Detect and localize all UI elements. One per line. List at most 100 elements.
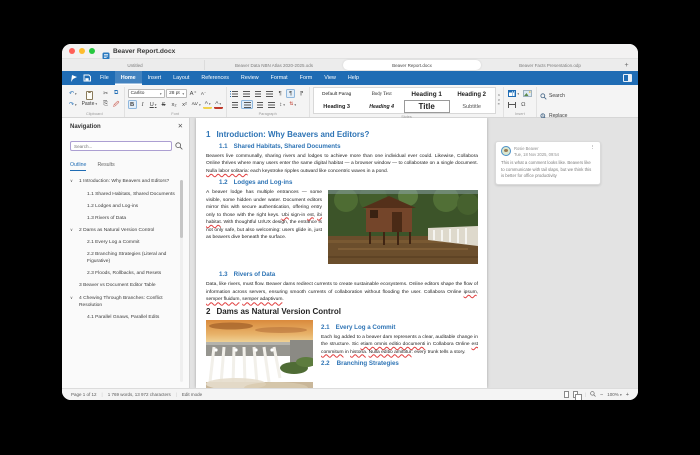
paragraph-ltr-icon[interactable]: ¶	[276, 89, 285, 98]
menu-home[interactable]: Home	[115, 71, 142, 85]
nav-outline-item[interactable]: ∨2 Dams as Natural Version Control	[70, 227, 178, 234]
collabora-logo-icon[interactable]	[68, 73, 79, 83]
menu-review[interactable]: Review	[235, 71, 265, 85]
save-icon[interactable]	[81, 73, 92, 83]
clone-formatting-icon[interactable]: 🖉	[112, 100, 121, 109]
menu-view[interactable]: View	[318, 71, 342, 85]
search-button[interactable]: Search	[540, 87, 568, 105]
menu-references[interactable]: References	[195, 71, 235, 85]
zoom-dialog-icon[interactable]	[590, 391, 596, 398]
style-heading-4[interactable]: Heading 4	[360, 101, 404, 112]
menu-format[interactable]: Format	[265, 71, 294, 85]
zoom-level[interactable]: 100% ▾	[607, 392, 621, 397]
insert-field-icon[interactable]	[507, 100, 517, 109]
copy-icon[interactable]: ⧉	[112, 89, 121, 98]
document-tab[interactable]: Beaver Facts Presentation.odp	[481, 60, 619, 70]
styles-gallery-arrows[interactable]: ∧∨≡	[498, 94, 501, 107]
paragraph-spacing-icon[interactable]: ⇅▾	[288, 100, 297, 109]
style-subtitle[interactable]: Subtitle	[450, 101, 494, 112]
beaver-lodge-photo[interactable]	[328, 190, 478, 264]
formatting-marks-icon[interactable]: ¶	[286, 89, 295, 98]
document-tab[interactable]: Beaver Report.docx	[343, 60, 481, 70]
align-left-icon[interactable]	[230, 100, 240, 109]
word-count[interactable]: 1 769 words, 13 972 characters	[108, 392, 171, 397]
special-character-icon[interactable]: Ω	[519, 100, 528, 109]
redo-icon[interactable]: ↷▾	[68, 100, 78, 109]
close-icon[interactable]: ✕	[178, 124, 183, 130]
bold-button[interactable]: B	[128, 100, 137, 109]
line-spacing-icon[interactable]: ↕▾	[278, 100, 287, 109]
document-tab[interactable]: Untitled	[66, 60, 204, 70]
menu-help[interactable]: Help	[342, 71, 365, 85]
nav-outline-item[interactable]: 2.3 Floods, Rollbacks, and Resets	[70, 270, 178, 277]
nav-outline-item[interactable]: 2.2 Branching Strategies (Literal and Fi…	[70, 251, 178, 265]
nav-outline-item[interactable]: 1.2 Lodges and Log-ins	[70, 203, 178, 210]
highlight-color-icon[interactable]: A▾	[203, 100, 212, 109]
chevron-down-icon[interactable]: ∨	[70, 178, 73, 184]
align-right-icon[interactable]	[255, 100, 265, 109]
nav-outline-item[interactable]: 4.1 Parallel Gnaws, Parallel Edits	[70, 314, 178, 321]
underline-button[interactable]: U▾	[149, 100, 158, 109]
document-canvas[interactable]: 1Introduction: Why Beavers and Editors? …	[190, 118, 638, 388]
minimize-window-button[interactable]	[79, 48, 85, 54]
chevron-down-icon[interactable]: ∨	[70, 295, 73, 301]
font-size-select[interactable]: 28 pt▾	[166, 89, 187, 98]
navigation-search-input[interactable]	[70, 141, 172, 151]
nav-outline-item[interactable]: 3 Beaver vs Document Editor Table	[70, 282, 178, 289]
nav-outline-item[interactable]: 1.1 Shared Habitats, Shared Documents	[70, 191, 178, 198]
sidebar-toggle-icon[interactable]	[623, 74, 632, 82]
superscript-button[interactable]: x²	[180, 100, 189, 109]
italic-button[interactable]: I	[138, 100, 147, 109]
strikethrough-button[interactable]: S	[159, 100, 168, 109]
character-formatting-icon[interactable]: A̶V▾	[191, 100, 202, 109]
subscript-button[interactable]: x₂	[170, 100, 179, 109]
justify-icon[interactable]	[266, 100, 276, 109]
numbered-list-icon[interactable]	[241, 89, 251, 98]
document-page[interactable]: 1Introduction: Why Beavers and Editors? …	[196, 118, 487, 388]
new-tab-button[interactable]: +	[619, 60, 634, 70]
edit-mode[interactable]: Edit mode	[182, 392, 202, 397]
nav-outline-item[interactable]: ∨4 Chewing Through Branches: Conflict Re…	[70, 295, 178, 309]
align-center-icon[interactable]	[241, 100, 253, 109]
increase-indent-icon[interactable]	[264, 89, 274, 98]
grow-font-icon[interactable]: A⁺	[189, 89, 198, 98]
dam-photo[interactable]	[206, 320, 313, 388]
font-name-select[interactable]: Carlito▾	[128, 89, 165, 98]
zoom-out-button[interactable]: −	[600, 392, 603, 398]
style-heading-3[interactable]: Heading 3	[315, 101, 359, 112]
single-page-view-icon[interactable]	[564, 391, 569, 398]
style-default-parag[interactable]: Default Parag	[315, 89, 359, 100]
insert-table-icon[interactable]: ▾	[507, 89, 520, 98]
zoom-window-button[interactable]	[89, 48, 95, 54]
menu-form[interactable]: Form	[294, 71, 319, 85]
comment-card[interactable]: Rosie Beaver Tue, 18 Nov 2025, 09:54 ⋮ T…	[495, 141, 601, 185]
nav-outline-item[interactable]: 2.1 Every Log a Commit	[70, 239, 178, 246]
decrease-indent-icon[interactable]	[253, 89, 263, 98]
nav-tab-results[interactable]: Results	[97, 162, 114, 171]
font-color-icon[interactable]: A▾	[214, 100, 223, 109]
nav-tab-outline[interactable]: Outline	[70, 162, 86, 171]
insert-image-icon[interactable]	[522, 89, 533, 98]
paste-button[interactable]: Paste▾	[80, 91, 100, 107]
style-title[interactable]: Title	[405, 101, 449, 112]
close-window-button[interactable]	[69, 48, 75, 54]
menu-layout[interactable]: Layout	[167, 71, 195, 85]
menu-insert[interactable]: Insert	[142, 71, 167, 85]
nav-scrollbar[interactable]	[180, 180, 183, 381]
paragraph-rtl-icon[interactable]: ¶	[297, 89, 306, 98]
zoom-in-button[interactable]: +	[626, 392, 629, 398]
paste-special-icon[interactable]: ⎘	[101, 100, 110, 109]
document-tab[interactable]: Beaver Data NBN Atlas 2020-2025.ods	[204, 60, 343, 70]
menu-file[interactable]: File	[94, 71, 115, 85]
cut-icon[interactable]: ✂	[101, 89, 110, 98]
style-body-text[interactable]: Body Text	[360, 89, 404, 100]
shrink-font-icon[interactable]: A⁻	[199, 89, 208, 98]
nav-outline-item[interactable]: 1.3 Rivers of Data	[70, 215, 178, 222]
nav-outline-item[interactable]: ∨1 Introduction: Why Beavers and Editors…	[70, 178, 178, 185]
undo-icon[interactable]: ↶▾	[68, 89, 78, 98]
bullet-list-icon[interactable]	[230, 89, 240, 98]
comment-menu-icon[interactable]: ⋮	[590, 146, 595, 157]
chevron-down-icon[interactable]: ∨	[70, 227, 73, 233]
style-heading-1[interactable]: Heading 1	[405, 89, 449, 100]
search-icon[interactable]	[175, 137, 183, 155]
